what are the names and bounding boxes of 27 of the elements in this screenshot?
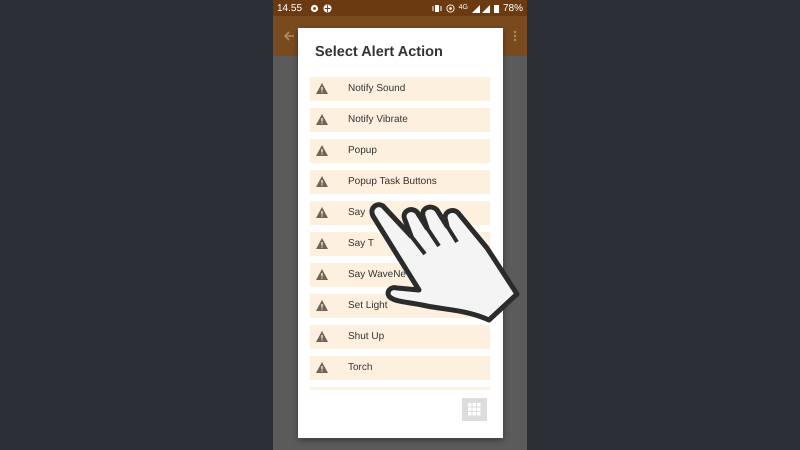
action-item[interactable]: Notify Vibrate [310,108,490,132]
hotspot-icon [446,4,455,12]
action-item[interactable]: Shut Up [310,324,490,349]
grid-icon [468,402,481,416]
warning-icon [316,300,328,312]
more-icon[interactable] [513,30,517,42]
grid-button[interactable] [462,398,487,421]
warning-icon [316,145,328,156]
warning-icon [316,238,328,250]
warning-icon [316,331,328,342]
action-item[interactable]: Torch [310,356,490,380]
warning-icon [316,114,328,126]
warning-icon [316,83,328,94]
warning-icon [316,362,328,374]
warning-icon [316,176,328,188]
vibrate-icon [432,4,442,12]
action-item[interactable]: Notify Sound [310,76,490,101]
warning-icon [316,207,328,218]
dialog-title: Select Alert Action [315,43,444,62]
battery-icon [494,4,499,12]
clock-text: 14.55 [277,2,302,16]
warning-icon [316,269,328,280]
action-item[interactable]: Popup Task Buttons [310,170,490,194]
battery-text: 78% [502,2,523,16]
signal-icon [472,4,490,12]
action-item[interactable]: Popup [310,138,490,163]
back-icon[interactable] [283,30,295,42]
